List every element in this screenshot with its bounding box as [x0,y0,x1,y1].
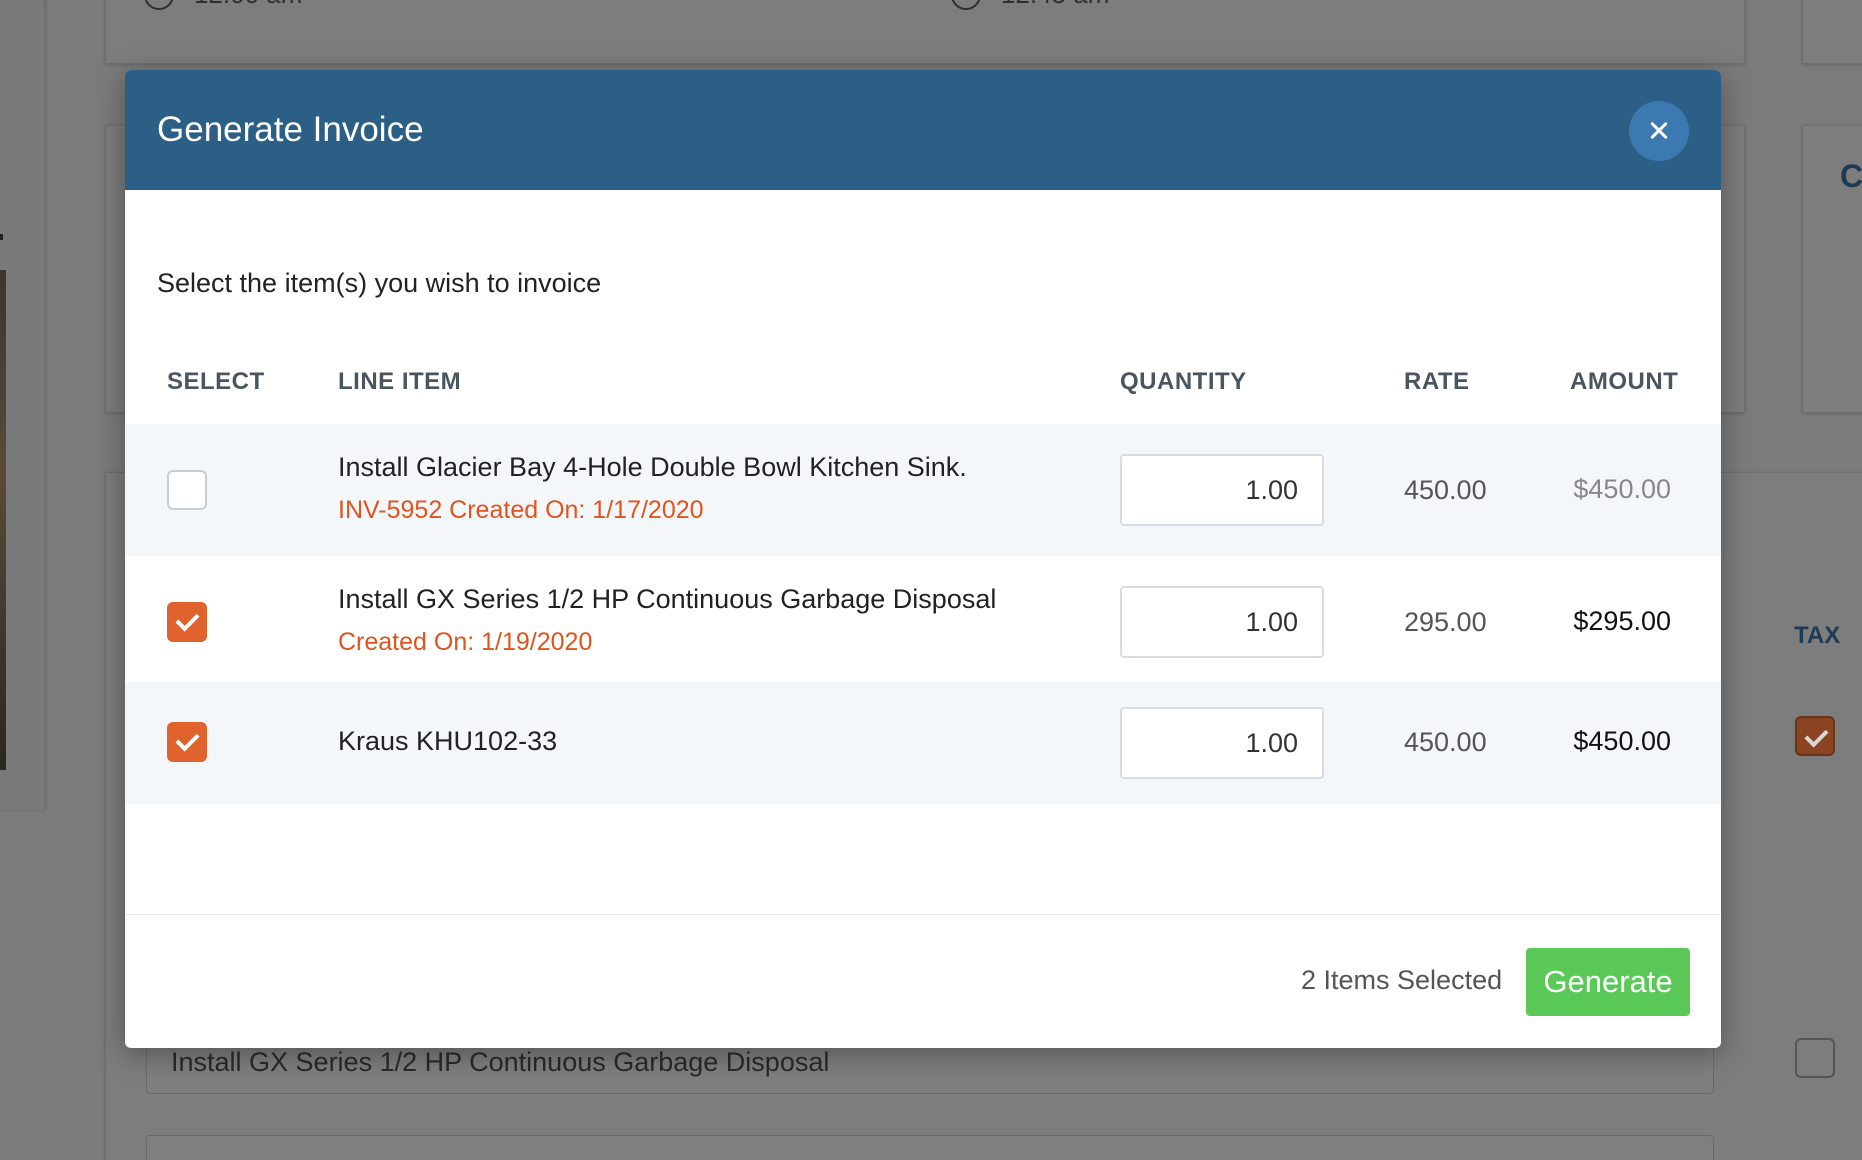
column-header-quantity: QUANTITY [1120,368,1247,395]
quantity-input[interactable] [1120,707,1324,779]
generate-invoice-modal: Generate Invoice Select the item(s) you … [125,70,1721,1048]
instruction-text: Select the item(s) you wish to invoice [157,268,602,298]
modal-title: Generate Invoice [157,110,424,149]
clock-icon [951,0,981,10]
background-sidebar [0,0,45,810]
selected-count: 2 Items Selected [1301,965,1503,995]
background-tax-header: TAX [1794,622,1841,649]
generate-button[interactable]: Generate [1526,948,1690,1016]
table-row: Kraus KHU102-33 450.00 $450.00 [125,682,1721,804]
line-item-subtitle: INV-5952 Created On: 1/17/2020 [338,496,704,524]
table-row: Install GX Series 1/2 HP Continuous Garb… [125,556,1721,682]
background-line-item-field [146,1135,1714,1160]
rate-value: 450.00 [1404,727,1487,757]
close-icon [1629,101,1689,161]
background-tax-checkbox [1795,1038,1835,1078]
table-row: Install Glacier Bay 4-Hole Double Bowl K… [125,424,1721,556]
background-marker [0,234,3,240]
quantity-input[interactable] [1120,586,1324,658]
footer-divider [125,914,1721,915]
amount-value: $450.00 [1573,726,1671,756]
background-photo [0,270,6,770]
background-start-time: 12:00 am [144,0,302,10]
start-time-text: 12:00 am [194,0,302,10]
line-item-name: Kraus KHU102-33 [338,726,558,756]
amount-value: $295.00 [1573,606,1671,636]
column-header-select: SELECT [167,368,265,395]
line-item-subtitle: Created On: 1/19/2020 [338,628,593,656]
modal-header: Generate Invoice [125,70,1721,190]
rate-value: 295.00 [1404,607,1487,637]
line-item-name: Install Glacier Bay 4-Hole Double Bowl K… [338,452,967,482]
close-button[interactable] [1629,101,1689,161]
rate-value: 450.00 [1404,475,1487,505]
clock-icon [144,0,174,10]
row-select-checkbox[interactable] [167,602,207,642]
column-header-line-item: LINE ITEM [338,368,462,395]
background-right-card-top [1802,0,1862,64]
amount-value: $450.00 [1573,474,1671,504]
column-header-amount: AMOUNT [1570,368,1679,395]
line-item-name: Install GX Series 1/2 HP Continuous Garb… [338,584,997,614]
row-select-checkbox[interactable] [167,470,207,510]
background-end-time: 12:45 am [951,0,1109,10]
quantity-input[interactable] [1120,454,1324,526]
background-time-card: 12:00 am 12:45 am [105,0,1745,64]
row-select-checkbox[interactable] [167,722,207,762]
column-header-rate: RATE [1404,368,1470,395]
end-time-text: 12:45 am [1001,0,1109,10]
background-tax-checkbox [1795,716,1835,756]
background-partial-heading: C [1840,158,1862,194]
